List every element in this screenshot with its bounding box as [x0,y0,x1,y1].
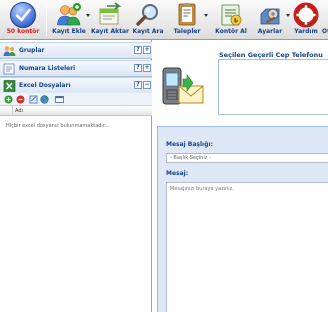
phone-selection-area: Seçilen Geçerli Cep Telefonu [153,40,328,124]
delete-icon[interactable] [16,95,25,104]
buy-credit-label: Kontör Al [215,28,247,35]
toolbar-separator [46,4,47,36]
subject-select[interactable]: - Başlık Seçiniz - [166,153,328,163]
left-panel: Gruplar ? + Numara Listeleri ? + Excel D… [0,40,152,312]
number-lists-help-button[interactable]: ? [134,64,142,72]
buy-credit-button[interactable]: ₺ Kontör Al [210,0,252,40]
search-records-label: Kayıt Ara [132,28,164,35]
requests-label: Talepler [173,28,201,35]
settings-icon [260,8,280,25]
add-icon[interactable] [4,95,13,104]
groups-help-button[interactable]: ? [134,46,142,54]
subject-label: Mesaj Başlığı: [166,141,213,148]
app-window: 50 kontör Kayıt Ekle Kayıt Aktar Kayıt A… [0,0,328,312]
grid-column-separator [12,106,13,116]
settings-label: Ayarlar [257,28,283,35]
add-record-button[interactable]: Kayıt Ekle [49,0,89,40]
groups-expand-button[interactable]: + [143,46,151,54]
globe-icon[interactable] [40,95,49,104]
groups-icon [3,46,16,56]
number-lists-panel-title: Numara Listeleri [19,65,76,72]
help-icon [293,2,319,28]
excel-grid-empty-text: Hiçbir excel dosyanız bulunmamaktadır... [6,123,110,129]
other-button[interactable]: Ot [320,0,328,40]
excel-files-panel-title: Excel Dosyaları [19,82,71,89]
credit-balance-button[interactable]: 50 kontör [0,0,46,40]
message-label: Mesaj: [166,170,189,177]
excel-grid-toolbar [0,93,152,106]
phone-message-icon [162,67,204,105]
buy-credit-icon: ₺ [221,4,242,26]
groups-panel-title: Gruplar [19,47,45,54]
search-records-button[interactable]: Kayıt Ara [130,0,166,40]
number-list-icon [3,63,15,75]
excel-grid-header: Adı [0,106,152,116]
transfer-icon [99,2,122,25]
column-header-name[interactable]: Adı [15,108,23,114]
excel-icon [3,80,16,92]
message-textarea[interactable]: Mesajınızı buraya yazınız. [166,182,328,312]
import-icon[interactable] [29,95,38,104]
add-user-icon [57,3,81,26]
selected-phone-title: Seçilen Geçerli Cep Telefonu [219,51,323,59]
transfer-records-label: Kayıt Aktar [91,28,129,35]
selected-phone-list[interactable] [218,59,328,115]
excel-files-collapse-button[interactable]: − [143,81,151,89]
requests-icon [178,3,196,26]
add-record-menu-arrow[interactable] [86,14,90,17]
main-toolbar: 50 kontör Kayıt Ekle Kayıt Aktar Kayıt A… [0,0,328,40]
credit-balance-label: 50 kontör [6,28,40,35]
search-icon [136,4,158,26]
excel-files-help-button[interactable]: ? [134,81,142,89]
help-button[interactable]: Yardım [290,0,322,40]
number-lists-expand-button[interactable]: + [143,64,151,72]
requests-button[interactable]: Talepler [168,0,206,40]
settings-button[interactable]: Ayarlar [253,0,287,40]
right-panel: Seçilen Geçerli Cep Telefonu Mesaj Başlı… [153,40,328,312]
help-label: Yardım [294,28,318,35]
number-lists-panel-header[interactable]: Numara Listeleri ? + [0,60,152,77]
transfer-records-button[interactable]: Kayıt Aktar [91,0,129,40]
groups-panel-header[interactable]: Gruplar ? + [0,42,152,59]
view-icon[interactable] [55,95,64,104]
message-form: Mesaj Başlığı: - Başlık Seçiniz - Mesaj:… [157,126,328,312]
credit-check-icon [10,2,36,28]
other-label: Ot [322,28,328,35]
requests-menu-arrow[interactable] [204,14,208,17]
excel-files-panel-header[interactable]: Excel Dosyaları ? − [0,77,152,94]
add-record-label: Kayıt Ekle [52,28,86,35]
